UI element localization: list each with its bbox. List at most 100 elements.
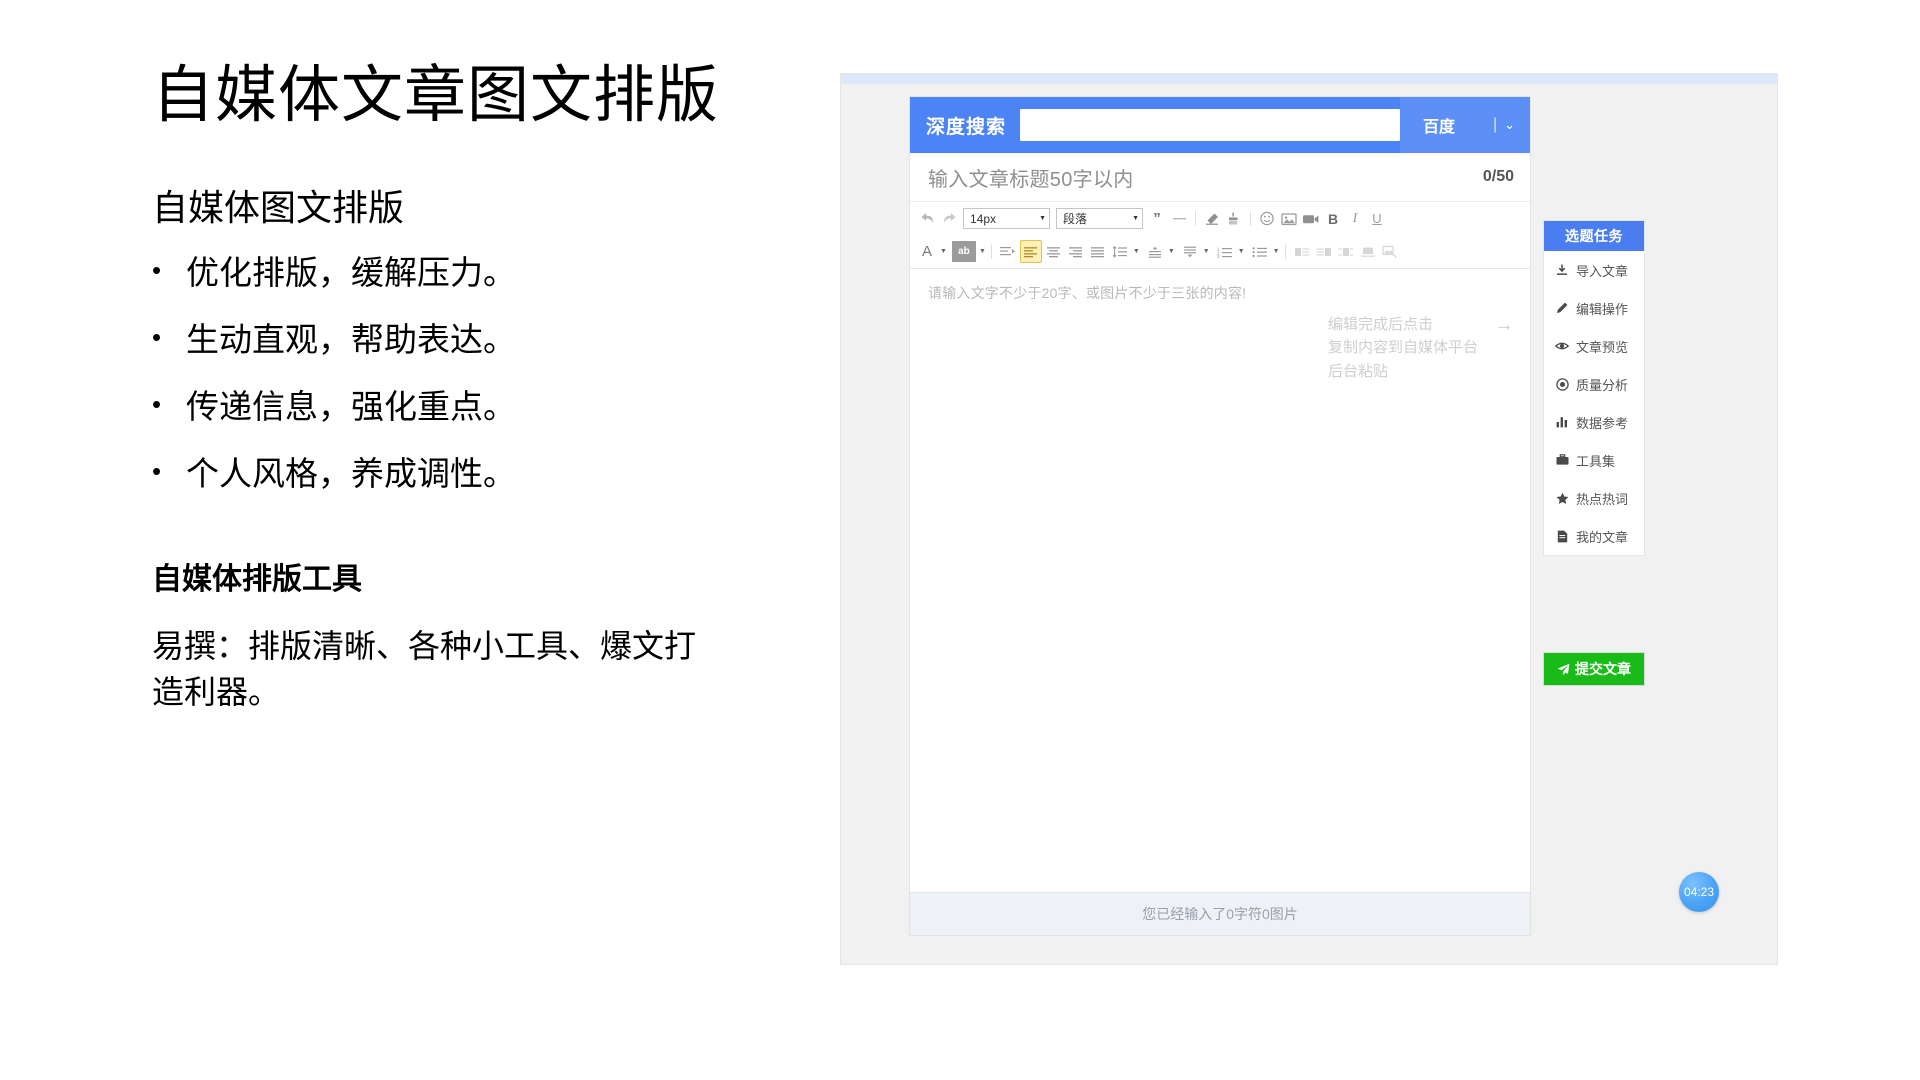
bold-icon[interactable]: B xyxy=(1323,208,1343,229)
unordered-list-icon[interactable] xyxy=(1250,241,1270,262)
article-title-input[interactable]: 输入文章标题50字以内 xyxy=(928,163,1483,192)
editor-toolbar-row-2: A ▼ ab ▼ ▼ ▼ ▼ 1 2 3 ▼ ▼ xyxy=(910,235,1530,269)
sidebar-item-label: 热点热词 xyxy=(1576,491,1629,507)
align-justify-icon[interactable] xyxy=(1088,241,1108,262)
blockquote-icon[interactable]: ” xyxy=(1147,208,1167,229)
eye-icon xyxy=(1555,340,1569,352)
sidebar-item-quality-analysis[interactable]: 质量分析 xyxy=(1544,365,1644,403)
search-button[interactable]: 百度 xyxy=(1400,97,1478,153)
sidebar-item-data-reference[interactable]: 数据参考 xyxy=(1544,403,1644,441)
submit-article-label: 提交文章 xyxy=(1575,661,1631,677)
sidebar-item-my-articles[interactable]: 我的文章 xyxy=(1544,517,1644,555)
insert-video-icon[interactable] xyxy=(1301,208,1321,229)
image-inline-icon[interactable] xyxy=(1336,241,1356,262)
tool-section-description: 易撰：排版清晰、各种小工具、爆文打造利器。 xyxy=(152,627,697,711)
toolbar-separator xyxy=(1250,211,1251,226)
image-float-right-icon[interactable] xyxy=(1314,241,1334,262)
window-top-strip xyxy=(841,74,1777,84)
toolbar-separator xyxy=(1195,211,1196,226)
space-before-group[interactable]: ▼ xyxy=(1144,241,1175,262)
chevron-down-icon: ⌄ xyxy=(1504,117,1516,132)
content-placeholder: 请输入文字不少于20字、或图片不少于三张的内容! xyxy=(928,285,1247,301)
undo-icon[interactable] xyxy=(917,208,937,229)
search-input[interactable] xyxy=(1020,109,1400,141)
chevron-down-icon[interactable]: ▼ xyxy=(1168,248,1175,255)
highlight-color-group[interactable]: ab ▼ xyxy=(951,241,986,262)
space-after-group[interactable]: ▼ xyxy=(1179,241,1210,262)
sidebar-item-label: 工具集 xyxy=(1576,453,1616,469)
article-title-row[interactable]: 输入文章标题50字以内 0/50 xyxy=(910,153,1530,202)
article-editor-card: 深度搜索 百度 | ⌄ 输入文章标题50字以内 0/50 14px ▼ 段落 ▼… xyxy=(909,96,1531,936)
insert-image-icon[interactable] xyxy=(1279,208,1299,229)
font-color-icon[interactable]: A xyxy=(917,241,937,262)
ordered-list-icon[interactable]: 123 xyxy=(1215,241,1235,262)
align-center-icon[interactable] xyxy=(1044,241,1064,262)
target-icon xyxy=(1555,377,1569,391)
ordered-list-group[interactable]: 123 ▼ xyxy=(1214,241,1245,262)
image-float-left-icon[interactable] xyxy=(1292,241,1312,262)
sidebar-item-label: 编辑操作 xyxy=(1576,301,1629,317)
chevron-down-icon: ▼ xyxy=(1132,215,1139,222)
search-engine-dropdown[interactable]: | ⌄ xyxy=(1478,97,1530,153)
underline-icon[interactable]: U xyxy=(1367,208,1387,229)
bullet-list: • 优化排版，缓解压力。 • 生动直观，帮助表达。 • 传递信息，强化重点。 •… xyxy=(152,252,772,495)
sidebar-item-article-preview[interactable]: 文章预览 xyxy=(1544,327,1644,365)
divider-glyph: | xyxy=(1492,116,1498,133)
bullet-marker-icon: • xyxy=(152,321,162,352)
eraser-icon[interactable] xyxy=(1202,208,1222,229)
copy-hint-block: 编辑完成后点击 复制内容到自媒体平台 后台粘贴 → xyxy=(1328,313,1514,383)
sidebar-item-edit-operations[interactable]: 编辑操作 xyxy=(1544,289,1644,327)
sidebar-item-import-article[interactable]: 导入文章 xyxy=(1544,251,1644,289)
title-char-counter: 0/50 xyxy=(1482,168,1514,185)
paper-plane-icon xyxy=(1557,663,1570,676)
sidebar-item-label: 质量分析 xyxy=(1576,377,1629,393)
editor-status-bar: 您已经输入了0字符0图片 xyxy=(910,892,1530,935)
space-after-icon[interactable] xyxy=(1180,241,1200,262)
paragraph-style-select[interactable]: 段落 ▼ xyxy=(1056,208,1143,229)
horizontal-rule-icon[interactable] xyxy=(1169,208,1189,229)
highlight-color-icon[interactable]: ab xyxy=(951,241,976,262)
star-icon xyxy=(1555,492,1569,505)
toolbar-separator xyxy=(990,244,992,259)
chevron-down-icon[interactable]: ▼ xyxy=(1273,248,1280,255)
import-icon xyxy=(1555,264,1569,276)
list-item-label: 生动直观，帮助表达。 xyxy=(186,320,516,358)
bullet-marker-icon: • xyxy=(152,389,162,420)
image-center-icon[interactable] xyxy=(1358,241,1378,262)
font-color-group[interactable]: A ▼ xyxy=(916,241,947,262)
sidebar-item-toolset[interactable]: 工具集 xyxy=(1544,441,1644,479)
sidebar-item-hot-keywords[interactable]: 热点热词 xyxy=(1544,479,1644,517)
chevron-down-icon: ▼ xyxy=(1039,215,1046,222)
clear-format-icon[interactable] xyxy=(1224,208,1244,229)
align-left-icon[interactable] xyxy=(1019,240,1042,263)
chevron-down-icon[interactable]: ▼ xyxy=(1203,248,1210,255)
space-before-icon[interactable] xyxy=(1145,241,1165,262)
emoji-icon[interactable] xyxy=(1257,208,1277,229)
submit-article-button[interactable]: 提交文章 xyxy=(1543,652,1645,686)
chevron-down-icon[interactable]: ▼ xyxy=(979,248,986,255)
indent-icon[interactable] xyxy=(998,241,1018,262)
align-right-icon[interactable] xyxy=(1066,241,1086,262)
chevron-down-icon[interactable]: ▼ xyxy=(1133,248,1140,255)
list-item: • 优化排版，缓解压力。 xyxy=(152,252,772,293)
bullet-marker-icon: • xyxy=(152,456,162,487)
copy-hint-text: 编辑完成后点击 复制内容到自媒体平台 后台粘贴 xyxy=(1328,313,1478,383)
bar-chart-icon xyxy=(1555,416,1569,428)
image-settings-icon[interactable] xyxy=(1380,241,1400,262)
document-icon xyxy=(1555,530,1569,543)
slide-text-column: 自媒体文章图文排版 自媒体图文排版 • 优化排版，缓解压力。 • 生动直观，帮助… xyxy=(152,60,772,715)
toolbar-separator xyxy=(1284,244,1286,259)
unordered-list-group[interactable]: ▼ xyxy=(1249,241,1280,262)
italic-icon[interactable]: I xyxy=(1345,208,1365,229)
font-size-select[interactable]: 14px ▼ xyxy=(963,208,1050,229)
article-content-editor[interactable]: 请输入文字不少于20字、或图片不少于三张的内容! 编辑完成后点击 复制内容到自媒… xyxy=(910,269,1530,892)
sidebar-header[interactable]: 选题任务 xyxy=(1544,221,1644,251)
line-height-group[interactable]: ▼ xyxy=(1109,241,1140,262)
chevron-down-icon[interactable]: ▼ xyxy=(940,248,947,255)
line-height-icon[interactable] xyxy=(1110,241,1130,262)
pencil-icon xyxy=(1555,302,1569,314)
copy-hint-line: 复制内容到自媒体平台 xyxy=(1327,339,1478,357)
chevron-down-icon[interactable]: ▼ xyxy=(1238,248,1245,255)
sidebar-item-label: 导入文章 xyxy=(1576,263,1629,279)
redo-icon[interactable] xyxy=(939,208,959,229)
